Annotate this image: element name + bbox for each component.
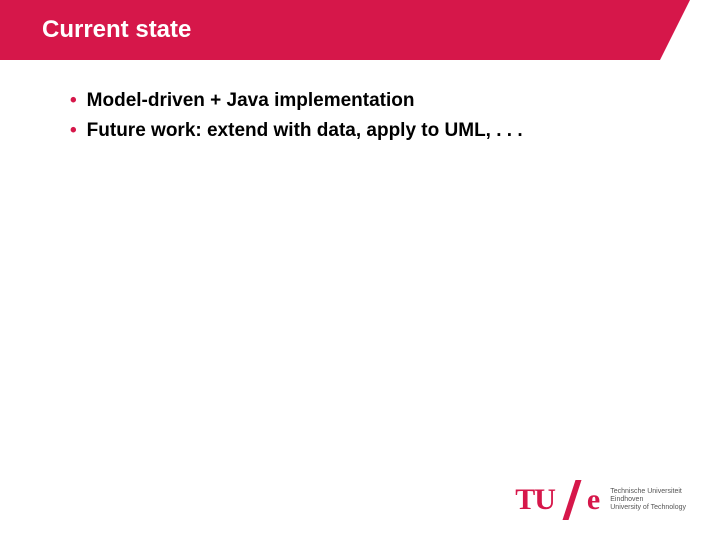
list-item: • Model-driven + Java implementation (70, 88, 670, 114)
bullet-text: Model-driven + Java implementation (87, 88, 670, 114)
content-area: • Model-driven + Java implementation • F… (70, 88, 670, 147)
title-bar-slant (660, 0, 690, 60)
slide-title: Current state (42, 16, 191, 44)
logo-sub-line: Eindhoven (610, 496, 686, 504)
slide: Current state • Model-driven + Java impl… (0, 0, 720, 540)
list-item: • Future work: extend with data, apply t… (70, 118, 670, 144)
logo-sub-line: Technische Universiteit (610, 488, 686, 496)
bullet-icon: • (70, 118, 77, 144)
bullet-icon: • (70, 88, 77, 114)
bullet-text: Future work: extend with data, apply to … (87, 118, 670, 144)
logo-e-text: e (587, 483, 600, 517)
tue-logo: TU e Technische Universiteit Eindhoven U… (515, 482, 686, 518)
logo-subtitle: Technische Universiteit Eindhoven Univer… (610, 488, 686, 512)
logo-slash-icon (561, 482, 585, 518)
logo-tu-text: TU (515, 483, 555, 517)
logo-sub-line: University of Technology (610, 504, 686, 512)
